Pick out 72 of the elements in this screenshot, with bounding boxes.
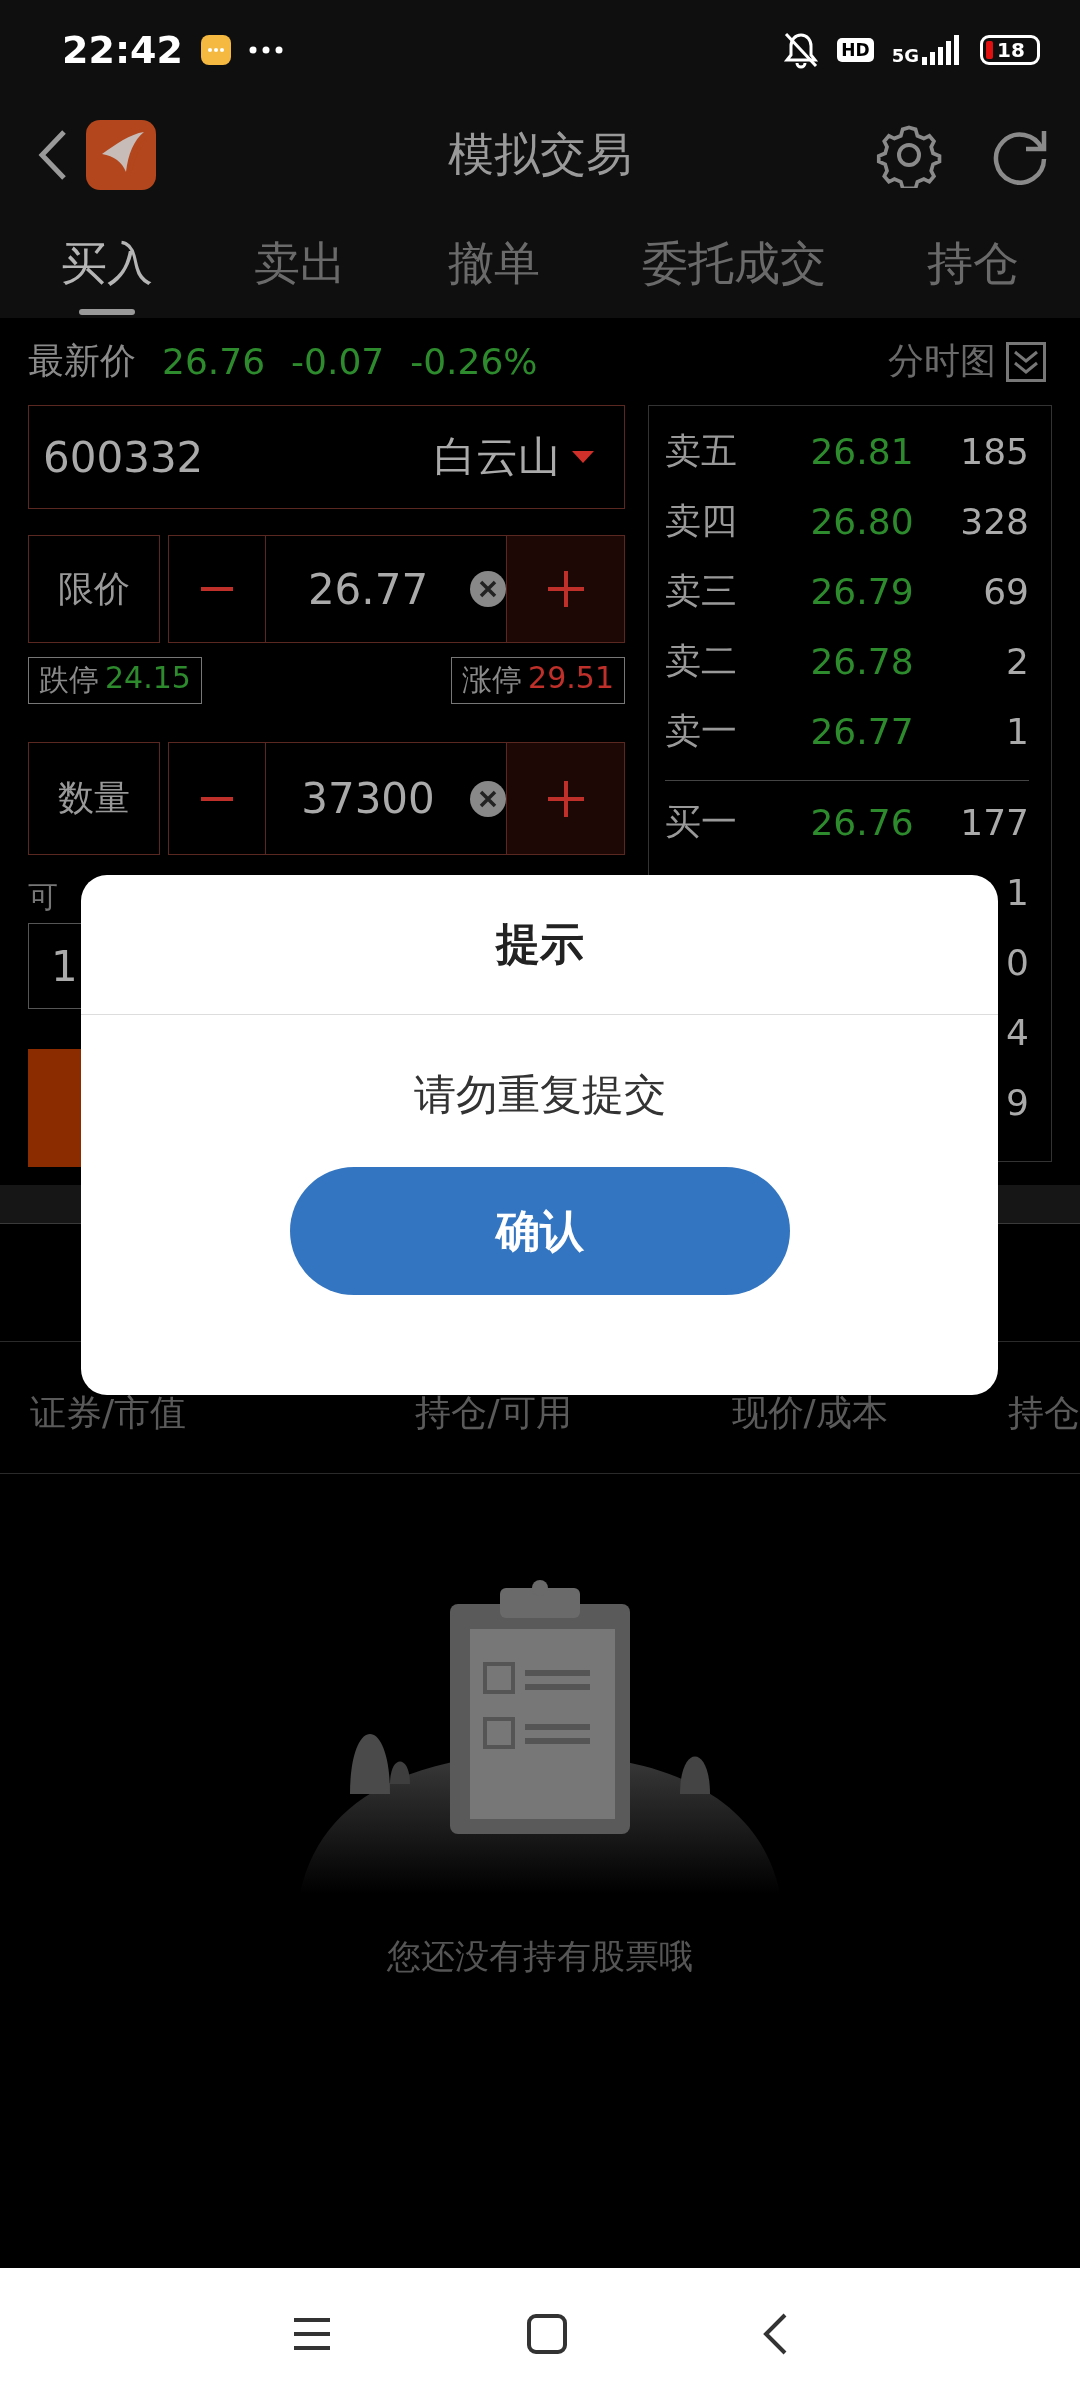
page-title: 模拟交易: [448, 127, 632, 181]
hd-badge: HD: [837, 38, 874, 62]
plus-icon[interactable]: [545, 778, 586, 819]
ask-price: 26.78: [809, 640, 915, 682]
battery-level: 18: [997, 38, 1025, 62]
latest-price: 26.76: [162, 341, 266, 382]
bid-level: 买一: [665, 799, 738, 844]
ask-price: 26.79: [809, 570, 915, 612]
limit-down-tag: 跌停 24.15: [28, 657, 202, 704]
clear-icon[interactable]: [470, 571, 506, 607]
ask-volume: 2: [1005, 640, 1029, 682]
tab[interactable]: 卖出: [244, 213, 357, 315]
bid-volume: 4: [1005, 1011, 1029, 1053]
ask-volume: 69: [982, 570, 1029, 612]
price-field[interactable]: 26.77: [266, 564, 440, 614]
tab[interactable]: 买入: [50, 213, 163, 315]
increase-button[interactable]: [506, 536, 624, 642]
available-label: 可: [28, 878, 59, 913]
signal-icon: [922, 35, 962, 65]
confirm-button[interactable]: 确认: [289, 1167, 790, 1295]
ask-price: 26.81: [809, 430, 915, 472]
ask-price: 26.77: [809, 710, 915, 752]
column-header: 持仓/可用: [414, 1391, 573, 1435]
ask-price: 26.80: [809, 500, 915, 542]
dropdown-icon[interactable]: [572, 451, 594, 463]
column-header: 证券/市值: [30, 1391, 188, 1435]
ask-level: 卖三: [665, 568, 738, 613]
muted-bell-icon: [783, 31, 820, 69]
clear-icon[interactable]: [470, 780, 506, 817]
ask-level: 卖一: [665, 708, 738, 753]
price-change-percent: -0.26%: [410, 341, 538, 382]
expand-icon[interactable]: [1006, 341, 1046, 382]
back-icon[interactable]: [762, 2312, 788, 2356]
quantity-field[interactable]: 37300: [266, 774, 440, 823]
latest-price-label: 最新价: [28, 339, 136, 383]
stock-name[interactable]: 白云山: [434, 429, 560, 485]
bid-volume: 177: [959, 801, 1029, 843]
status-time: 22:42: [62, 28, 183, 72]
increase-button[interactable]: [506, 743, 624, 854]
bid-volume: 1: [1005, 871, 1029, 913]
limit-up-tag: 涨停 29.51: [451, 657, 625, 704]
menu-icon[interactable]: [292, 2317, 332, 2351]
quantity-label: 数量: [28, 742, 160, 855]
price-change: -0.07: [291, 341, 385, 382]
time-chart-toggle[interactable]: 分时图: [882, 336, 1052, 387]
network-type: 5G: [891, 47, 919, 65]
ask-level: 卖五: [665, 428, 738, 473]
ask-volume: 328: [959, 500, 1029, 542]
tab[interactable]: 持仓: [917, 213, 1030, 315]
bid-price: 26.76: [809, 801, 915, 843]
bid-volume: 9: [1005, 1081, 1029, 1123]
empty-holdings-message: 您还没有持有股票哦: [387, 1935, 693, 1978]
ask-level: 卖四: [665, 498, 738, 543]
more-icon: [248, 46, 283, 54]
price-type-button[interactable]: 限价: [28, 535, 160, 643]
ask-volume: 1: [1005, 710, 1029, 752]
column-header: 现价/成本: [730, 1391, 889, 1435]
battery-charge-icon: [986, 41, 993, 59]
bid-volume: 0: [1005, 941, 1029, 983]
ask-volume: 185: [959, 430, 1029, 472]
app-logo: [86, 120, 156, 190]
message-icon: [200, 35, 231, 65]
home-icon[interactable]: [527, 2314, 567, 2354]
back-icon[interactable]: [38, 129, 68, 181]
stock-code-field[interactable]: 600332: [43, 432, 204, 482]
tab[interactable]: 撤单: [438, 213, 550, 315]
ask-level: 卖二: [665, 638, 738, 683]
column-header: 持仓: [1008, 1391, 1080, 1435]
tab[interactable]: 委托成交: [631, 213, 836, 315]
plus-icon[interactable]: [545, 569, 586, 609]
dialog-title: 提示: [495, 917, 584, 971]
dialog-message: 请勿重复提交: [413, 1069, 666, 1121]
